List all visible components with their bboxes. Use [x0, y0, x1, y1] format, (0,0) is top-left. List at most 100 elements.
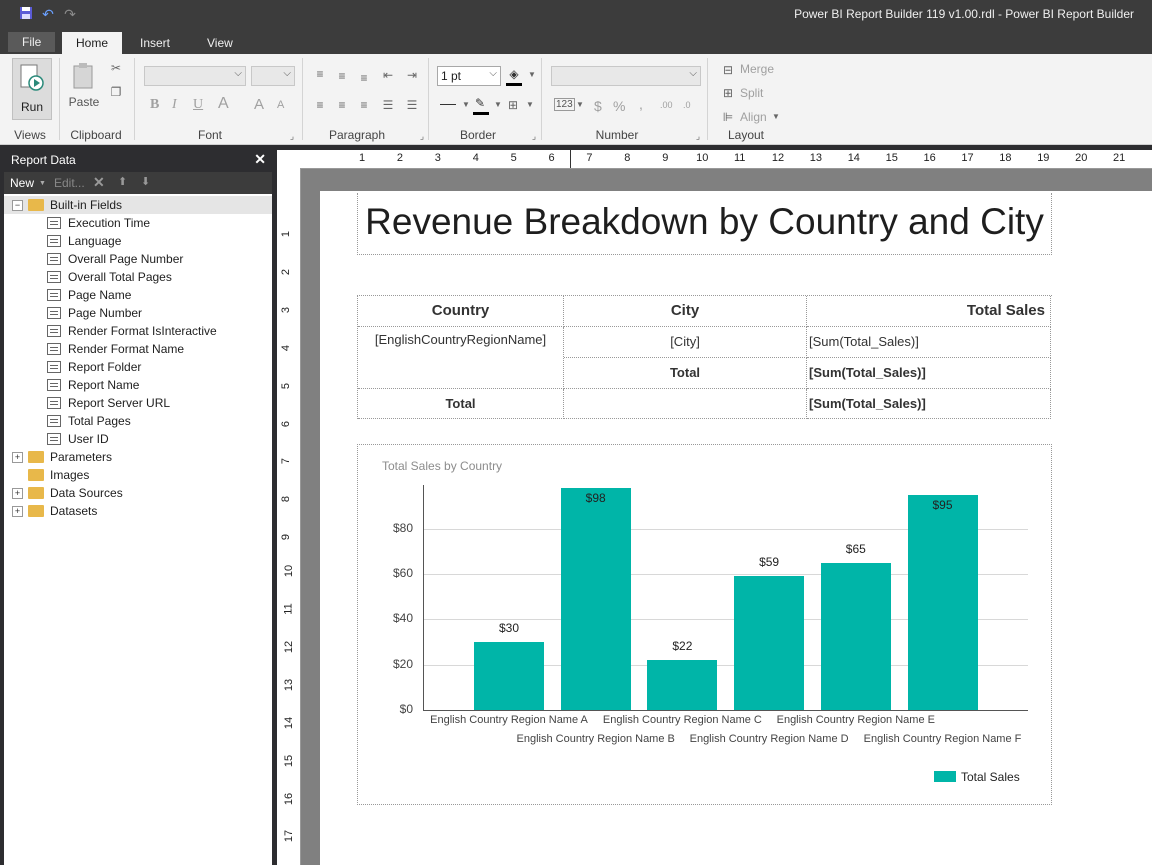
tree-field-item[interactable]: Report Name	[47, 376, 139, 394]
cell-city-subtotal-value[interactable]: [Sum(Total_Sales)]	[807, 358, 1051, 389]
edit-button[interactable]: Edit...	[54, 176, 85, 190]
chart[interactable]: Total Sales by Country $0 $20 $40 $60 $80 $30…	[357, 444, 1052, 805]
border-dialog-launcher-icon[interactable]: ⌟	[526, 128, 542, 144]
underline-button[interactable]: U	[193, 97, 203, 113]
cut-icon[interactable]: ✂	[108, 60, 124, 76]
bullets-icon[interactable]: ☰	[380, 97, 396, 113]
redo-icon[interactable]: ↷	[62, 6, 78, 22]
new-dropdown-icon[interactable]: ▼	[39, 180, 46, 187]
cell-grand-total-empty[interactable]	[564, 389, 807, 419]
fill-color-icon[interactable]: ◈	[506, 66, 522, 82]
chart-bar[interactable]	[734, 576, 805, 710]
collapse-icon[interactable]: −	[12, 200, 23, 211]
align-button[interactable]: Align	[740, 110, 767, 124]
header-city[interactable]: City	[564, 296, 807, 327]
close-icon[interactable]: ✕	[254, 151, 266, 168]
delete-icon[interactable]: ✕	[93, 174, 105, 191]
report-title-textbox[interactable]: Revenue Breakdown by Country and City	[357, 193, 1052, 255]
tree-field-item[interactable]: User ID	[47, 430, 109, 448]
font-family-dropdown[interactable]: ⌵	[144, 66, 246, 86]
align-right-icon[interactable]: ≡	[356, 97, 372, 113]
tab-insert[interactable]: Insert	[126, 32, 184, 54]
tree-folder-datasets[interactable]: Datasets	[28, 502, 97, 520]
border-color-dropdown-icon[interactable]: ▼	[490, 97, 506, 113]
tree-field-item[interactable]: Report Folder	[47, 358, 141, 376]
border-width-dropdown[interactable]: 1 pt ⌵	[437, 66, 501, 86]
tree-field-item[interactable]: Language	[47, 232, 121, 250]
align-bottom-icon[interactable]: ≡	[356, 70, 372, 86]
tree-field-item[interactable]: Render Format Name	[47, 340, 184, 358]
italic-button[interactable]: I	[172, 97, 177, 113]
move-up-icon[interactable]: ⬆	[118, 175, 127, 188]
comma-button[interactable]: ,	[639, 96, 643, 112]
align-dropdown-icon[interactable]: ▼	[768, 109, 784, 125]
new-button[interactable]: New	[10, 176, 34, 190]
save-icon[interactable]	[18, 6, 34, 22]
numbering-icon[interactable]: ☰	[404, 97, 420, 113]
percent-button[interactable]: %	[613, 98, 625, 114]
placeholder-dropdown-icon[interactable]: ▼	[572, 97, 588, 113]
merge-button[interactable]: Merge	[740, 62, 774, 76]
header-country[interactable]: Country	[358, 296, 564, 327]
borders-icon[interactable]: ⊞	[505, 97, 521, 113]
undo-icon[interactable]: ↶	[40, 6, 56, 22]
chart-bar[interactable]	[647, 660, 718, 710]
tree-field-item[interactable]: Execution Time	[47, 214, 150, 232]
bold-button[interactable]: B	[150, 97, 159, 113]
shrink-font-button[interactable]: A	[277, 99, 284, 111]
font-size-dropdown[interactable]: ⌵	[251, 66, 295, 86]
decrease-decimal-button[interactable]: .0	[683, 100, 691, 110]
tablix[interactable]: Country City Total Sales [EnglishCountry…	[357, 295, 1052, 419]
decrease-indent-icon[interactable]: ⇤	[380, 67, 396, 83]
tree-folder-images[interactable]: Images	[28, 466, 89, 484]
tab-file[interactable]: File	[8, 32, 56, 52]
number-dialog-launcher-icon[interactable]: ⌟	[690, 128, 706, 144]
border-color-icon[interactable]: ✎	[472, 95, 488, 111]
increase-decimal-button[interactable]: .00	[660, 100, 673, 110]
cell-grand-total-value[interactable]: [Sum(Total_Sales)]	[807, 389, 1051, 419]
cell-sum-field[interactable]: [Sum(Total_Sales)]	[807, 327, 1051, 358]
tree-field-item[interactable]: Render Format IsInteractive	[47, 322, 217, 340]
tree-field-item[interactable]: Report Server URL	[47, 394, 170, 412]
chart-bar[interactable]	[907, 494, 978, 710]
font-color-button[interactable]: A	[218, 95, 229, 113]
tree-field-item[interactable]: Total Pages	[47, 412, 131, 430]
font-dialog-launcher-icon[interactable]: ⌟	[284, 128, 300, 144]
chart-bar[interactable]	[474, 642, 544, 710]
fill-dropdown-icon[interactable]: ▼	[524, 67, 540, 83]
built-in-fields-node[interactable]: Built-in Fields	[28, 196, 122, 214]
run-button[interactable]: Run	[12, 58, 52, 120]
align-left-icon[interactable]: ≡	[312, 97, 328, 113]
currency-button[interactable]: $	[594, 98, 602, 114]
chart-bar[interactable]	[820, 562, 891, 710]
cell-city-subtotal-label[interactable]: Total	[564, 358, 807, 389]
align-center-icon[interactable]: ≡	[334, 97, 350, 113]
expand-icon[interactable]: +	[12, 506, 23, 517]
increase-indent-icon[interactable]: ⇥	[404, 67, 420, 83]
expand-icon[interactable]: +	[12, 452, 23, 463]
number-format-dropdown[interactable]: ⌵	[551, 66, 701, 86]
copy-icon[interactable]: ❐	[108, 84, 124, 100]
tree-field-item[interactable]: Page Number	[47, 304, 142, 322]
tree-folder-parameters[interactable]: Parameters	[28, 448, 112, 466]
move-down-icon[interactable]: ⬇	[141, 175, 150, 188]
tree-field-item[interactable]: Page Name	[47, 286, 131, 304]
cell-grand-total-label[interactable]: Total	[358, 389, 564, 419]
tree-field-item[interactable]: Overall Page Number	[47, 250, 183, 268]
header-total-sales[interactable]: Total Sales	[807, 296, 1051, 327]
cell-country-field[interactable]: [EnglishCountryRegionName]	[358, 327, 564, 389]
align-middle-icon[interactable]: ≡	[334, 68, 350, 84]
paste-button[interactable]: Paste	[66, 60, 102, 112]
tab-view[interactable]: View	[193, 32, 247, 54]
line-style-icon[interactable]	[440, 104, 456, 105]
expand-icon[interactable]: +	[12, 488, 23, 499]
borders-dropdown-icon[interactable]: ▼	[522, 97, 538, 113]
tree-field-item[interactable]: Overall Total Pages	[47, 268, 172, 286]
grow-font-button[interactable]: A	[254, 96, 264, 113]
chart-bar[interactable]	[560, 488, 631, 710]
tree-folder-data-sources[interactable]: Data Sources	[28, 484, 123, 502]
cell-city-field[interactable]: [City]	[564, 327, 807, 358]
align-top-icon[interactable]: ≡	[312, 66, 328, 82]
tab-home[interactable]: Home	[62, 32, 123, 54]
split-button[interactable]: Split	[740, 86, 763, 100]
